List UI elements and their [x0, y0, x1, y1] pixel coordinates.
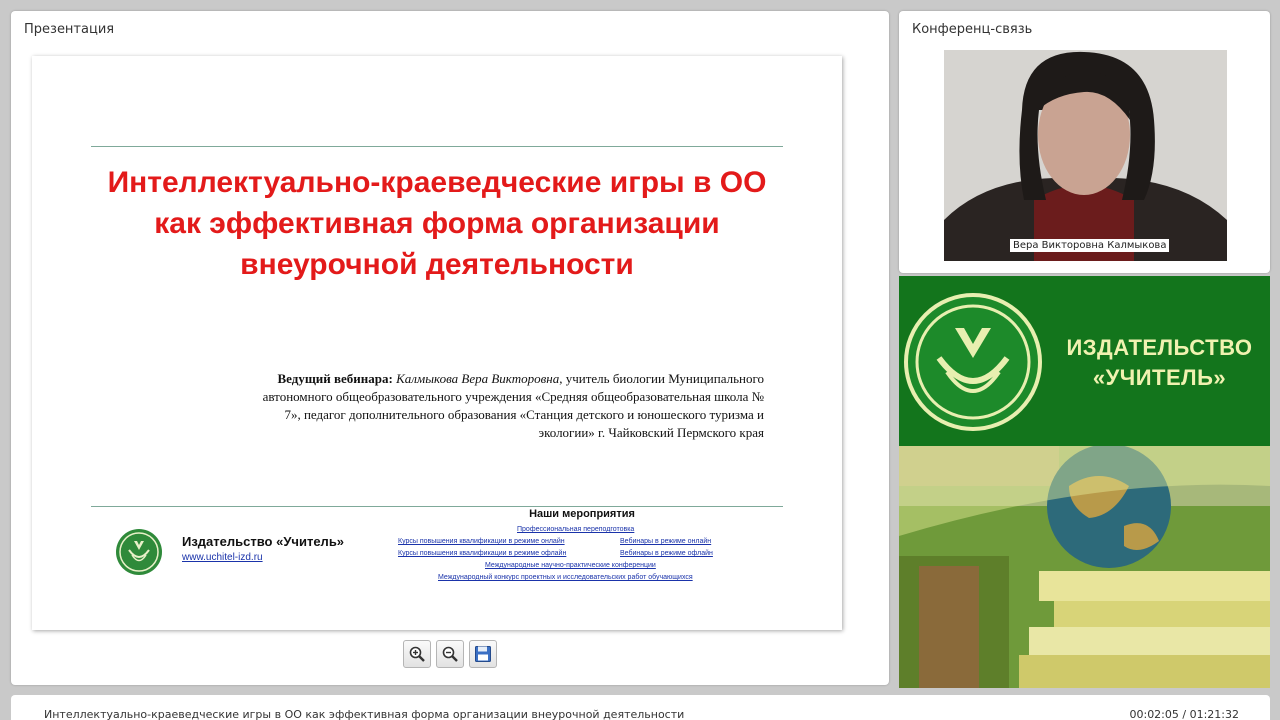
- event-link-courses-offline: Курсы повышения квалификации в режиме оф…: [398, 550, 567, 557]
- banner-publisher-line1: ИЗДАТЕЛЬСТВО: [1066, 335, 1253, 360]
- slide-bottom-rule: [91, 506, 783, 507]
- conference-panel: Конференц-связь Вера Викторовна Калмыков…: [899, 11, 1270, 273]
- slide-title: Интеллектуально-краеведческие игры в ОО …: [107, 166, 767, 281]
- presentation-panel-title: Презентация: [24, 22, 115, 37]
- event-link-webinars-offline: Вебинары в режиме офлайн: [620, 550, 713, 557]
- presentation-slide: Интеллектуально-краеведческие игры в ОО …: [32, 56, 842, 630]
- event-link-retraining: Профессиональная переподготовка: [517, 526, 635, 533]
- slide-publisher-name: Издательство «Учитель»: [182, 534, 345, 549]
- presenter-name: Калмыкова Вера Викторовна: [396, 371, 560, 386]
- zoom-out-icon: [442, 646, 458, 662]
- presentation-panel: Презентация Интеллектуально-краеведчески…: [11, 11, 889, 685]
- zoom-in-icon: [409, 646, 425, 662]
- participant-video[interactable]: Вера Викторовна Калмыкова: [944, 50, 1227, 261]
- banner-logo-icon: [904, 293, 1042, 431]
- participant-name-label: Вера Викторовна Калмыкова: [1010, 239, 1170, 252]
- banner-publisher-line2: «УЧИТЕЛЬ»: [1092, 365, 1227, 390]
- participant-video-frame: [944, 50, 1227, 261]
- webinar-title: Интеллектуально-краеведческие игры в ОО …: [44, 708, 685, 720]
- zoom-in-button[interactable]: [403, 640, 431, 668]
- events-heading: Наши мероприятия: [529, 508, 635, 520]
- event-link-courses-online: Курсы повышения квалификации в режиме он…: [398, 538, 565, 545]
- status-bar: Интеллектуально-краеведческие игры в ОО …: [11, 695, 1270, 720]
- presenter-label: Ведущий вебинара:: [277, 371, 393, 386]
- floppy-disk-icon: [475, 646, 491, 662]
- event-link-contest: Международный конкурс проектных и исслед…: [438, 574, 693, 581]
- banner-header: ИЗДАТЕЛЬСТВО «УЧИТЕЛЬ»: [899, 276, 1270, 446]
- event-link-webinars-online: Вебинары в режиме онлайн: [620, 538, 712, 545]
- banner-publisher-name: ИЗДАТЕЛЬСТВО «УЧИТЕЛЬ»: [1057, 333, 1262, 393]
- publisher-banner[interactable]: ИЗДАТЕЛЬСТВО «УЧИТЕЛЬ»: [899, 276, 1270, 688]
- publisher-logo-icon: [116, 529, 162, 575]
- save-button[interactable]: [469, 640, 497, 668]
- zoom-out-button[interactable]: [436, 640, 464, 668]
- playback-time: 00:02:05 / 01:21:32: [1129, 708, 1239, 720]
- conference-panel-title: Конференц-связь: [912, 22, 1033, 37]
- books-globe-illustration: [899, 446, 1270, 688]
- event-link-conferences: Международные научно-практические конфер…: [485, 562, 656, 569]
- slide-presenter-info: Ведущий вебинара: Калмыкова Вера Викторо…: [262, 370, 764, 442]
- slide-top-rule: [91, 146, 783, 147]
- slide-publisher-url: www.uchitel-izd.ru: [182, 552, 263, 563]
